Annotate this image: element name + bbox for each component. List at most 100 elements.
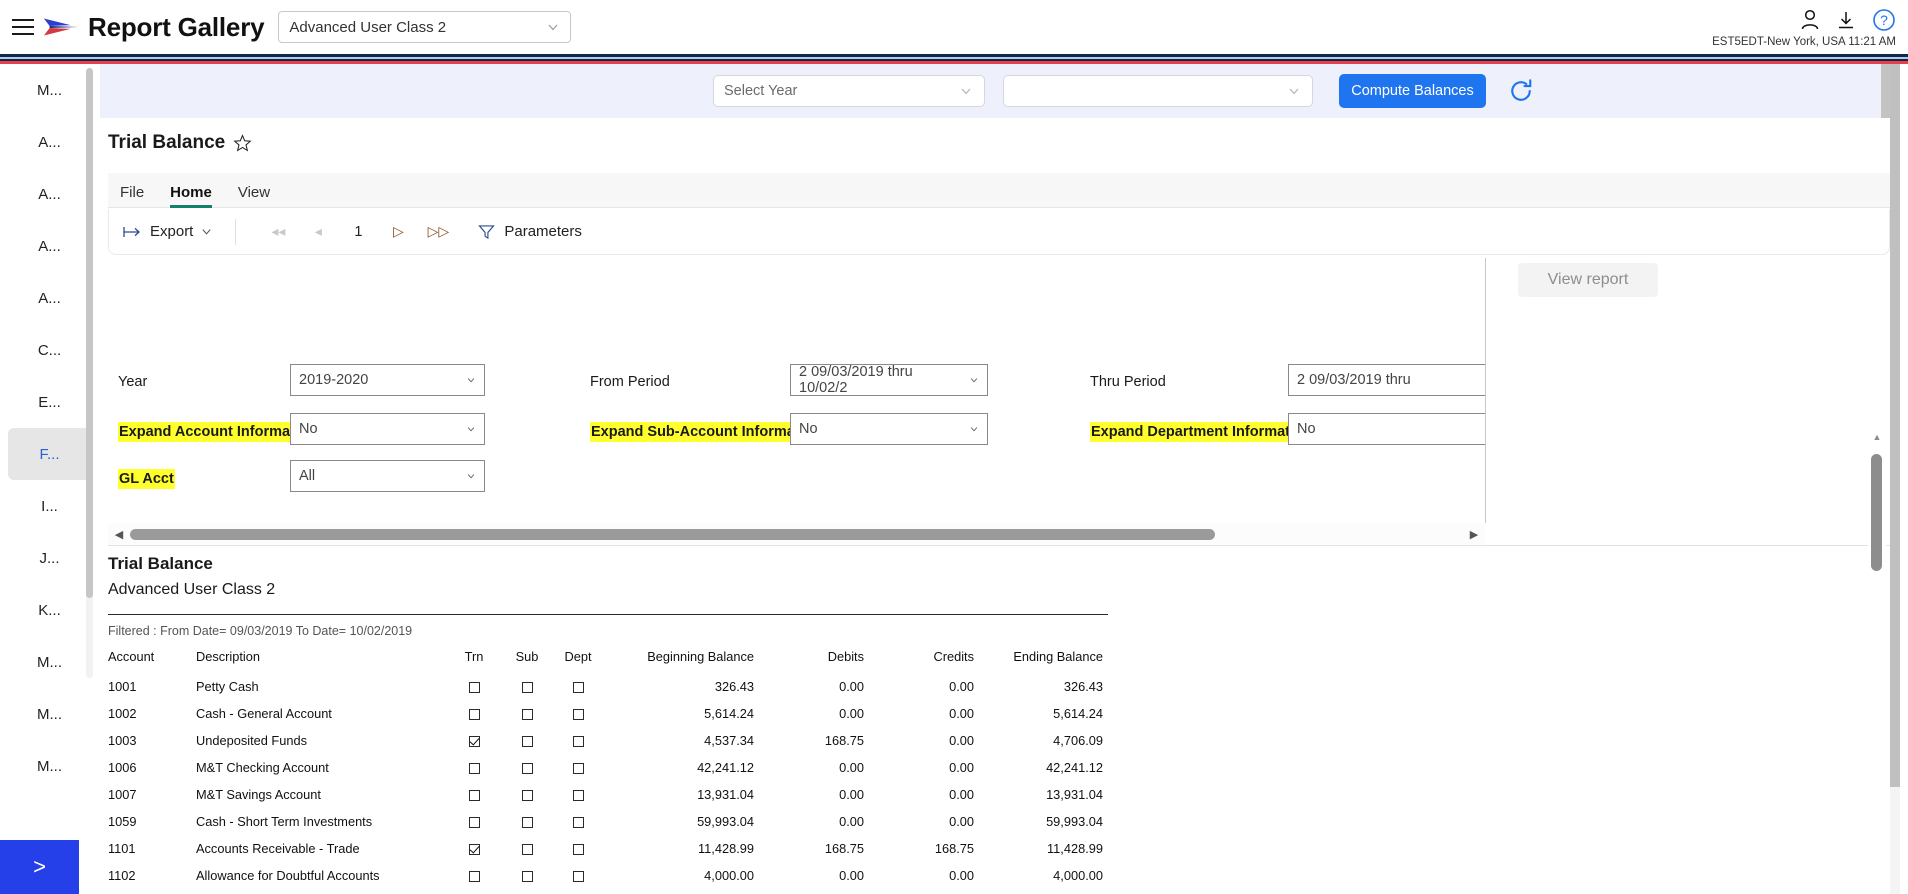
- sidebar-item-5[interactable]: C...: [8, 324, 91, 376]
- first-page-icon[interactable]: ◂◂: [258, 223, 298, 240]
- checkbox-unchecked-icon[interactable]: [468, 871, 480, 883]
- compute-balances-button[interactable]: Compute Balances: [1339, 74, 1486, 108]
- parameters-button[interactable]: Parameters: [478, 223, 582, 240]
- checkbox-unchecked-icon[interactable]: [468, 817, 480, 829]
- param-select-expand-department[interactable]: No: [1288, 413, 1486, 445]
- table-row[interactable]: 1301Inventory - Equipment15,382.080.000.…: [108, 889, 1103, 894]
- param-select-year[interactable]: 2019-2020: [290, 364, 485, 396]
- checkbox-unchecked-icon[interactable]: [572, 844, 584, 856]
- sidebar-item-10[interactable]: K...: [8, 584, 91, 636]
- checkbox-checked-icon[interactable]: [468, 736, 480, 748]
- table-row[interactable]: 1001 Petty Cash 326.43 0.00 0.00 326.43: [108, 673, 1103, 700]
- cell-dept-checkbox: [552, 754, 604, 781]
- checkbox-unchecked-icon[interactable]: [572, 682, 584, 694]
- table-row[interactable]: 1003 Undeposited Funds 4,537.34 168.75 0.00 4…: [108, 727, 1103, 754]
- filter-funnel-icon: [478, 224, 496, 239]
- select-year-dropdown[interactable]: Select Year: [713, 75, 985, 107]
- user-account-icon[interactable]: [1800, 9, 1820, 31]
- table-row[interactable]: 1007 M&T Savings Account 13,931.04 0.00 0.00…: [108, 781, 1103, 808]
- chevron-down-icon: [467, 427, 475, 432]
- user-class-select[interactable]: Advanced User Class 2: [278, 11, 572, 43]
- checkbox-unchecked-icon[interactable]: [572, 736, 584, 748]
- cell-account: 1007: [108, 787, 137, 802]
- export-button[interactable]: Export: [123, 223, 213, 240]
- next-page-icon[interactable]: ▷: [378, 223, 418, 240]
- secondary-filter-dropdown[interactable]: [1003, 75, 1313, 107]
- hamburger-menu-icon[interactable]: [6, 19, 40, 35]
- sidebar-item-7[interactable]: F...: [8, 428, 91, 480]
- last-page-icon[interactable]: ▷▷: [418, 223, 458, 240]
- sidebar-item-2[interactable]: A...: [8, 168, 91, 220]
- sidebar-item-0[interactable]: M...: [8, 64, 91, 116]
- checkbox-unchecked-icon[interactable]: [572, 817, 584, 829]
- sidebar-item-12[interactable]: M...: [8, 688, 91, 740]
- sidebar-scrollbar-thumb[interactable]: [86, 68, 93, 598]
- page-number[interactable]: 1: [338, 224, 378, 240]
- table-row[interactable]: 1002 Cash - General Account 5,614.24 0.00 0.…: [108, 700, 1103, 727]
- scroll-up-arrow-icon[interactable]: ▲: [1871, 432, 1883, 442]
- checkbox-unchecked-icon[interactable]: [468, 709, 480, 721]
- report-gallery-logo: [43, 18, 79, 36]
- param-select-gl-acct[interactable]: All: [290, 460, 485, 492]
- cell-dept-checkbox: [552, 835, 604, 862]
- tab-view[interactable]: View: [238, 184, 270, 207]
- checkbox-unchecked-icon[interactable]: [521, 736, 533, 748]
- filterbar-scrollbar[interactable]: [1881, 64, 1890, 118]
- sidebar-item-9[interactable]: J...: [8, 532, 91, 584]
- prev-page-icon[interactable]: ◂: [298, 223, 338, 240]
- sidebar-item-3[interactable]: A...: [8, 220, 91, 272]
- column-header-4: Dept: [564, 649, 592, 664]
- download-icon[interactable]: [1836, 9, 1856, 31]
- hscroll-track[interactable]: [130, 528, 1463, 540]
- param-select-thru-period[interactable]: 2 09/03/2019 thru: [1288, 364, 1486, 396]
- cell-dept-checkbox: [552, 808, 604, 835]
- checkbox-unchecked-icon[interactable]: [468, 790, 480, 802]
- checkbox-unchecked-icon[interactable]: [521, 682, 533, 694]
- checkbox-unchecked-icon[interactable]: [521, 790, 533, 802]
- hscroll-thumb[interactable]: [130, 528, 1215, 540]
- param-value-expand-subaccount: No: [799, 421, 818, 437]
- cell-credits: 168.75: [934, 841, 974, 856]
- param-label-expand-subaccount: Expand Sub-Account Information: [590, 422, 823, 442]
- checkbox-unchecked-icon[interactable]: [572, 763, 584, 775]
- sidebar-item-1[interactable]: A...: [8, 116, 91, 168]
- table-row[interactable]: 1006 M&T Checking Account 42,241.12 0.00 0.0…: [108, 754, 1103, 781]
- tab-home[interactable]: Home: [170, 184, 212, 208]
- refresh-icon[interactable]: [1506, 76, 1536, 106]
- help-question-icon[interactable]: ?: [1872, 8, 1896, 32]
- checkbox-unchecked-icon[interactable]: [572, 871, 584, 883]
- sidebar-expand-button[interactable]: >: [0, 840, 79, 894]
- param-select-expand-subaccount[interactable]: No: [790, 413, 988, 445]
- checkbox-unchecked-icon[interactable]: [572, 790, 584, 802]
- checkbox-unchecked-icon[interactable]: [572, 709, 584, 721]
- checkbox-checked-icon[interactable]: [468, 844, 480, 856]
- sidebar-item-13[interactable]: M...: [8, 740, 91, 792]
- sidebar-item-11[interactable]: M...: [8, 636, 91, 688]
- star-icon[interactable]: [233, 133, 252, 153]
- cell-description: Accounts Receivable - Trade: [196, 841, 360, 856]
- report-vertical-scrollbar[interactable]: ▲: [1868, 428, 1886, 794]
- checkbox-unchecked-icon[interactable]: [521, 844, 533, 856]
- scroll-left-arrow-icon[interactable]: ◀: [108, 528, 130, 541]
- checkbox-unchecked-icon[interactable]: [468, 763, 480, 775]
- table-row[interactable]: 1101 Accounts Receivable - Trade 11,428.99…: [108, 835, 1103, 862]
- table-row[interactable]: 1102 Allowance for Doubtful Accounts 4,000…: [108, 862, 1103, 889]
- checkbox-unchecked-icon[interactable]: [468, 682, 480, 694]
- checkbox-unchecked-icon[interactable]: [521, 763, 533, 775]
- checkbox-unchecked-icon[interactable]: [521, 709, 533, 721]
- param-select-from-period[interactable]: 2 09/03/2019 thru 10/02/2: [790, 364, 988, 396]
- tab-file[interactable]: File: [120, 184, 144, 207]
- param-select-expand-account[interactable]: No: [290, 413, 485, 445]
- cell-dept-checkbox: [552, 781, 604, 808]
- report-scrollbar-thumb[interactable]: [1871, 454, 1882, 571]
- sidebar-item-4[interactable]: A...: [8, 272, 91, 324]
- checkbox-unchecked-icon[interactable]: [521, 871, 533, 883]
- checkbox-unchecked-icon[interactable]: [521, 817, 533, 829]
- sidebar-item-8[interactable]: I...: [8, 480, 91, 532]
- table-row[interactable]: 1059 Cash - Short Term Investments 59,993.…: [108, 808, 1103, 835]
- sidebar-item-6[interactable]: E...: [8, 376, 91, 428]
- page-scrollbar-thumb[interactable]: [1890, 64, 1900, 787]
- parameters-horizontal-scrollbar[interactable]: ◀ ▶: [108, 523, 1485, 545]
- scroll-right-arrow-icon[interactable]: ▶: [1463, 528, 1485, 541]
- view-report-button[interactable]: View report: [1518, 263, 1658, 297]
